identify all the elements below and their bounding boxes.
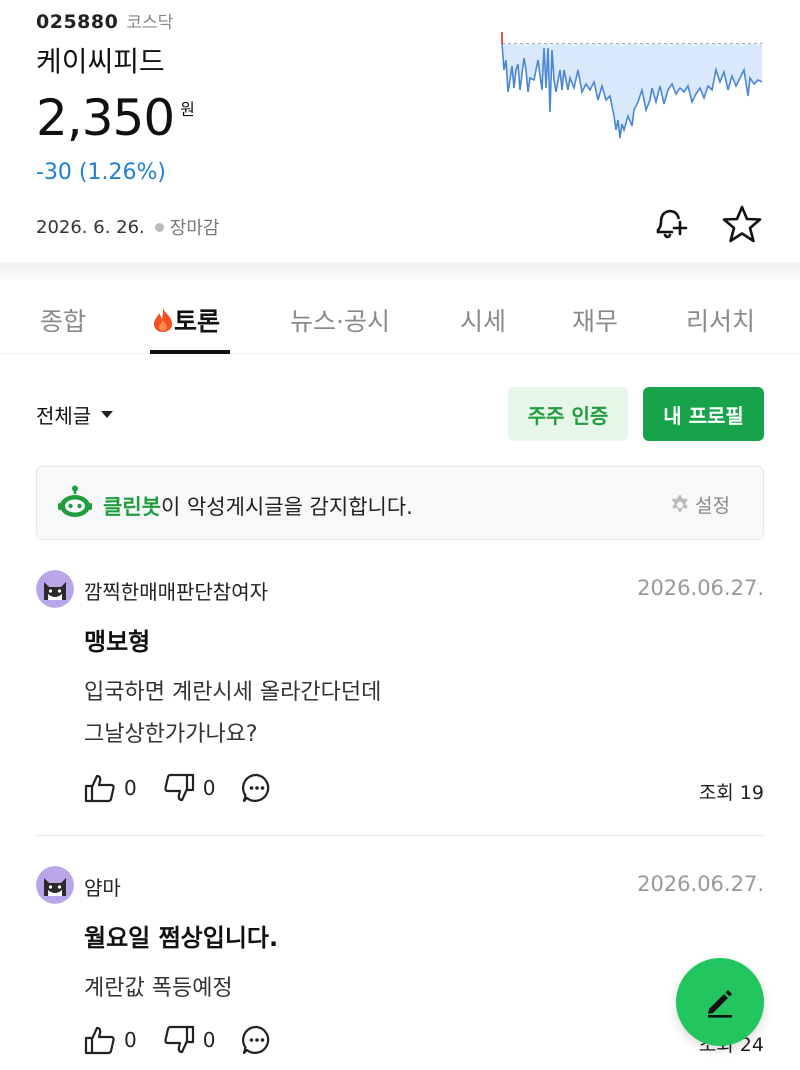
post-author[interactable]: 얌마 [84, 872, 121, 901]
like-count: 0 [124, 1028, 137, 1052]
like-button[interactable]: 0 [84, 1025, 137, 1055]
tab-summary[interactable]: 종합 [40, 302, 86, 338]
comment-button[interactable] [241, 772, 273, 804]
my-profile-button[interactable]: 내 프로필 [643, 387, 764, 441]
tab-finance[interactable]: 재무 [572, 302, 618, 338]
stock-header: 025880 코스닥 케이씨피드 2,350 원 -30 (1.26%) 202… [0, 0, 800, 262]
dislike-count: 0 [202, 776, 216, 800]
comment-dots-icon [242, 773, 270, 803]
tab-discussion[interactable]: 토론 [152, 302, 220, 338]
cleanbot-settings-button[interactable]: 설정 [669, 491, 730, 518]
post-author[interactable]: 깜찍한매매판단참여자 [84, 576, 268, 605]
market-status: 장마감 [169, 218, 220, 239]
section-divider [0, 262, 800, 280]
comment-dots-icon [242, 1025, 270, 1055]
cleanbot-banner: 클린봇이 악성게시글을 감지합니다. 설정 [36, 466, 764, 540]
post-title[interactable]: 월요일 쩜상입니다. [84, 918, 278, 953]
like-count: 0 [124, 776, 137, 800]
stock-name: 케이씨피드 [36, 45, 165, 78]
post-body[interactable]: 계란값 폭등예정 [84, 968, 233, 1010]
post-date: 2026.06.27. [637, 576, 764, 600]
thumbs-up-icon [84, 1026, 115, 1055]
post-date: 2026.06.27. [637, 872, 764, 896]
stock-code-row: 025880 코스닥 [36, 8, 173, 33]
thumbs-down-icon [164, 1025, 194, 1054]
post-filter-label: 전체글 [36, 404, 92, 428]
price-row: 2,350 원 [36, 88, 195, 148]
avatar[interactable] [36, 866, 74, 904]
favorite-button[interactable] [718, 202, 766, 246]
trade-date: 2026. 6. 26. [36, 216, 145, 238]
currency-unit: 원 [180, 100, 195, 119]
tab-quotes[interactable]: 시세 [460, 302, 506, 338]
intraday-mini-chart[interactable] [498, 30, 766, 150]
stock-code: 025880 [36, 11, 119, 33]
tab-bar: 종합 토론 뉴스·공시 시세 재무 리서치 [0, 280, 800, 354]
star-icon [722, 205, 762, 243]
cleanbot-message: 클린봇이 악성게시글을 감지합니다. [103, 491, 413, 521]
cleanbot-name: 클린봇 [103, 495, 161, 519]
write-post-button[interactable] [676, 958, 764, 1046]
gear-icon [671, 494, 688, 512]
dislike-button[interactable]: 0 [163, 1025, 216, 1055]
avatar[interactable] [36, 570, 74, 608]
comment-button[interactable] [241, 1024, 273, 1056]
fire-icon [152, 307, 174, 336]
cat-avatar-icon [36, 866, 74, 904]
cleanbot-text: 이 악성게시글을 감지합니다. [160, 495, 413, 519]
post-body[interactable]: 입국하면 계란시세 올라간다던데 그날상한가가나요? [84, 672, 381, 756]
date-row: 2026. 6. 26. 장마감 [36, 214, 219, 240]
post-title[interactable]: 맹보형 [84, 622, 150, 657]
stock-price: 2,350 [36, 89, 175, 147]
market-name: 코스닥 [126, 13, 174, 33]
robot-icon [58, 485, 92, 517]
post-body-line: 그날상한가가나요? [84, 722, 258, 747]
post-body-line: 계란값 폭등예정 [84, 976, 233, 1001]
dislike-button[interactable]: 0 [163, 773, 216, 803]
pencil-icon [708, 990, 732, 1018]
filter-row: 전체글 주주 인증 내 프로필 [36, 386, 764, 442]
bell-plus-icon [656, 209, 688, 239]
like-button[interactable]: 0 [84, 773, 137, 803]
post-actions: 0 0 [84, 772, 299, 804]
status-dot [154, 222, 164, 232]
post-item[interactable]: 깜찍한매매판단참여자 2026.06.27. 맹보형 입국하면 계란시세 올라간… [36, 566, 764, 836]
tab-research[interactable]: 리서치 [686, 302, 755, 338]
thumbs-down-icon [164, 773, 194, 802]
settings-label: 설정 [695, 495, 730, 517]
post-actions: 0 0 [84, 1024, 299, 1056]
price-change: -30 (1.26%) [36, 160, 166, 185]
alert-button[interactable] [648, 202, 692, 246]
shareholder-verify-button[interactable]: 주주 인증 [508, 387, 628, 441]
post-filter-dropdown[interactable]: 전체글 [36, 400, 114, 429]
cat-avatar-icon [36, 570, 74, 608]
active-tab-indicator [150, 350, 230, 354]
thumbs-up-icon [84, 774, 115, 803]
dislike-count: 0 [202, 1028, 216, 1052]
open-tick [501, 32, 503, 44]
post-item[interactable]: 얌마 2026.06.27. 월요일 쩜상입니다. 계란값 폭등예정 0 0 조 [36, 862, 764, 1070]
post-body-line: 입국하면 계란시세 올라간다던데 [84, 680, 382, 705]
view-count: 조회 19 [698, 782, 764, 804]
tab-news[interactable]: 뉴스·공시 [290, 302, 390, 338]
tab-discussion-label: 토론 [174, 307, 221, 336]
caret-down-icon [101, 411, 114, 418]
